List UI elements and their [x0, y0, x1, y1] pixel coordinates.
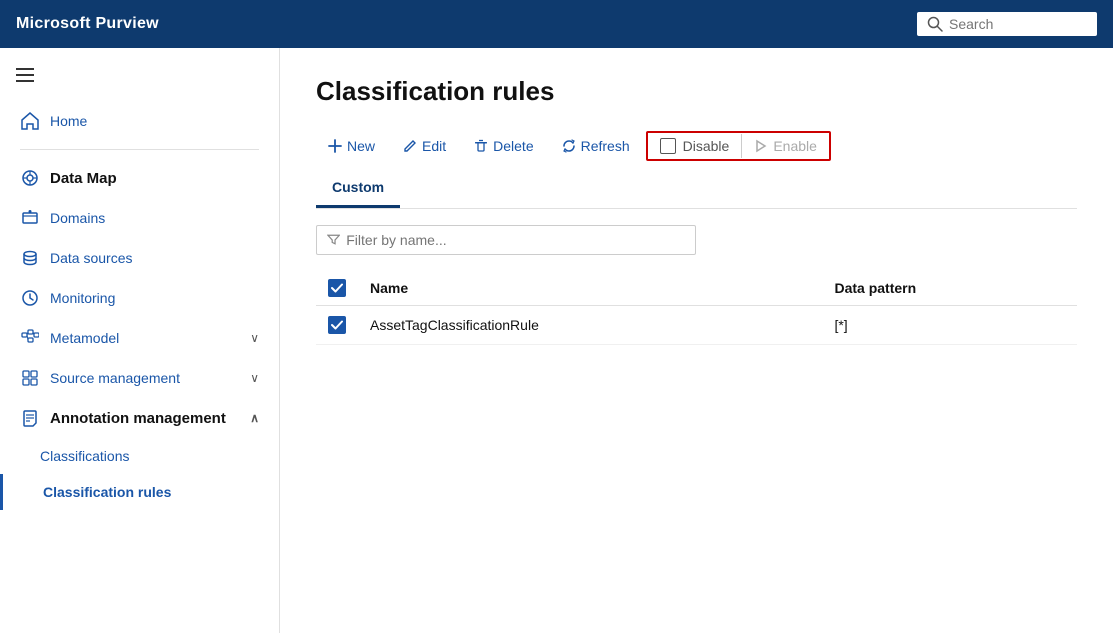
main-content: Classification rules New Edit — [280, 48, 1113, 633]
filter-input[interactable] — [346, 232, 685, 248]
disable-button[interactable]: Disable — [648, 133, 742, 159]
brand-name: Microsoft Purview — [16, 15, 159, 33]
hamburger-button[interactable] — [0, 60, 279, 101]
refresh-button[interactable]: Refresh — [550, 132, 642, 160]
table-header-row: Name Data pattern — [316, 271, 1077, 306]
sidebar-item-label-classifications: Classifications — [40, 448, 129, 464]
delete-icon — [474, 139, 488, 153]
topbar: Microsoft Purview — [0, 0, 1113, 48]
edit-icon — [403, 139, 417, 153]
sidebar-item-domains[interactable]: Domains — [0, 198, 279, 238]
header-checkbox[interactable] — [328, 279, 346, 297]
table-row: AssetTagClassificationRule [*] — [316, 306, 1077, 345]
sidebar-item-label-source-management: Source management — [50, 370, 180, 386]
tab-bar: Custom — [316, 169, 1077, 209]
sidebar-item-label-data-sources: Data sources — [50, 250, 132, 266]
plus-icon — [328, 139, 342, 153]
search-input[interactable] — [949, 16, 1087, 32]
data-sources-icon — [20, 248, 40, 268]
sidebar-item-label-annotation: Annotation management — [50, 410, 226, 427]
sidebar-item-annotation-management[interactable]: Annotation management ∧ — [0, 398, 279, 438]
sidebar-item-source-management[interactable]: Source management ∨ — [0, 358, 279, 398]
data-table: Name Data pattern AssetTagClassification… — [316, 271, 1077, 345]
toolbar: New Edit Delete — [316, 131, 1077, 161]
delete-label: Delete — [493, 138, 533, 154]
filter-icon — [327, 233, 340, 247]
sidebar-item-monitoring[interactable]: Monitoring — [0, 278, 279, 318]
search-box[interactable] — [917, 12, 1097, 36]
home-icon — [20, 111, 40, 131]
table-header-checkbox-cell — [316, 271, 358, 306]
edit-button[interactable]: Edit — [391, 132, 458, 160]
row-checkbox-cell — [316, 306, 358, 345]
sidebar-item-label-home: Home — [50, 113, 87, 129]
metamodel-chevron: ∨ — [250, 331, 259, 345]
table-col-name: Name — [358, 271, 822, 306]
disable-enable-group: Disable Enable — [646, 131, 831, 161]
data-map-icon — [20, 168, 40, 188]
sidebar-item-label-classification-rules: Classification rules — [43, 484, 171, 500]
sidebar-item-home[interactable]: Home — [0, 101, 279, 141]
play-icon — [754, 139, 768, 153]
domains-icon — [20, 208, 40, 228]
row-name: AssetTagClassificationRule — [358, 306, 822, 345]
enable-button[interactable]: Enable — [742, 133, 829, 159]
table-col-pattern: Data pattern — [822, 271, 1077, 306]
sidebar-item-classification-rules[interactable]: Classification rules — [0, 474, 279, 510]
tab-custom[interactable]: Custom — [316, 169, 400, 208]
filter-input-wrap[interactable] — [316, 225, 696, 255]
row-checkbox[interactable] — [328, 316, 346, 334]
tab-custom-label: Custom — [332, 179, 384, 195]
refresh-icon — [562, 139, 576, 153]
sidebar-divider-1 — [20, 149, 259, 150]
delete-button[interactable]: Delete — [462, 132, 545, 160]
sidebar-item-label-monitoring: Monitoring — [50, 290, 115, 306]
disable-checkbox-icon — [660, 138, 676, 154]
page-title: Classification rules — [316, 76, 1077, 107]
enable-label: Enable — [773, 138, 817, 154]
sidebar-item-metamodel[interactable]: Metamodel ∨ — [0, 318, 279, 358]
layout: Home Data Map — [0, 48, 1113, 633]
new-label: New — [347, 138, 375, 154]
row-data-pattern: [*] — [822, 306, 1077, 345]
sidebar-item-data-map[interactable]: Data Map — [0, 158, 279, 198]
source-management-chevron: ∨ — [250, 371, 259, 385]
new-button[interactable]: New — [316, 132, 387, 160]
sidebar-item-data-sources[interactable]: Data sources — [0, 238, 279, 278]
sidebar-item-label-metamodel: Metamodel — [50, 330, 119, 346]
sidebar: Home Data Map — [0, 48, 280, 633]
sidebar-item-label-domains: Domains — [50, 210, 105, 226]
search-icon — [927, 16, 943, 32]
annotation-icon — [20, 408, 40, 428]
source-management-icon — [20, 368, 40, 388]
annotation-chevron: ∧ — [250, 411, 259, 425]
disable-label: Disable — [683, 138, 730, 154]
monitoring-icon — [20, 288, 40, 308]
sidebar-item-label-data-map: Data Map — [50, 170, 117, 187]
metamodel-icon — [20, 328, 40, 348]
refresh-label: Refresh — [581, 138, 630, 154]
edit-label: Edit — [422, 138, 446, 154]
sidebar-item-classifications[interactable]: Classifications — [0, 438, 279, 474]
